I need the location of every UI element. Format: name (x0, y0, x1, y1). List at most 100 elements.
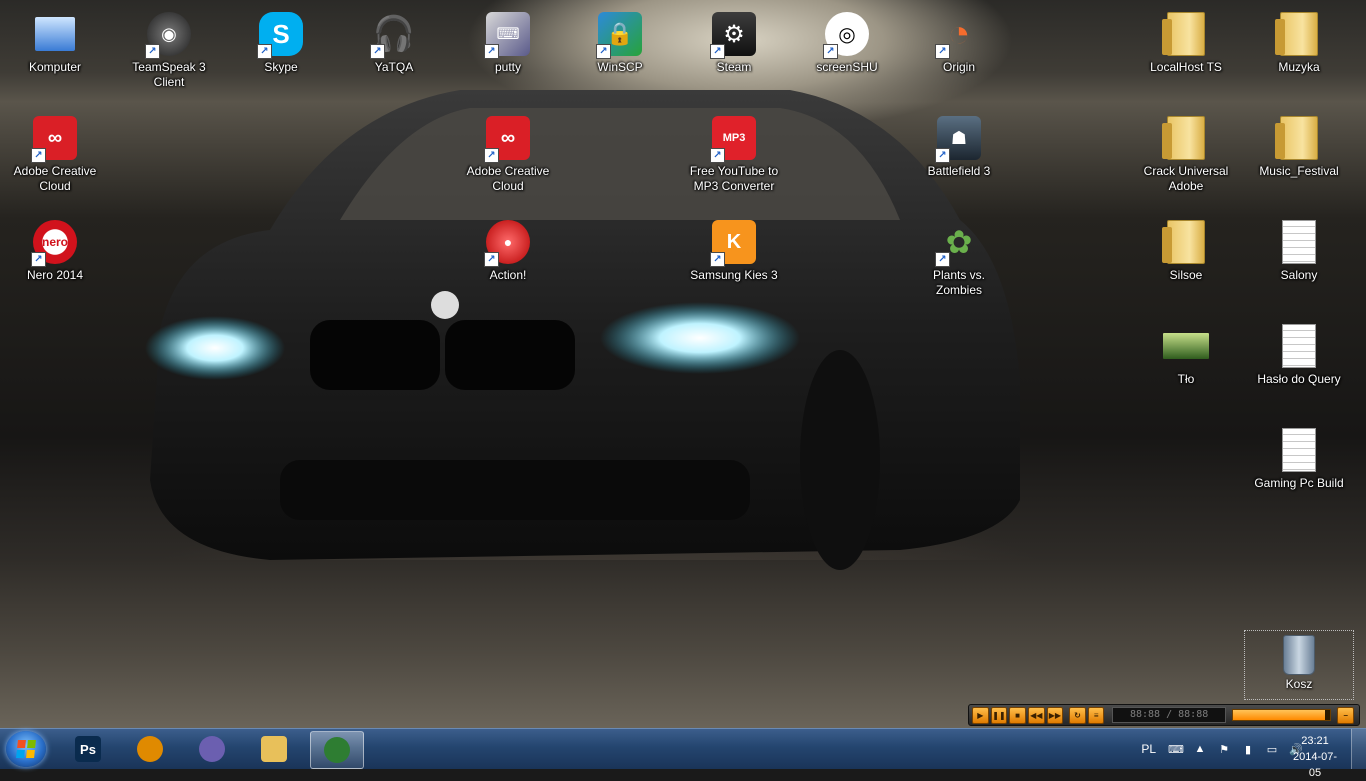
minimize-player-icon[interactable]: – (1337, 706, 1354, 724)
taskbar-button-bittorrent[interactable] (186, 731, 238, 767)
taskbar-button-aimp[interactable] (124, 731, 176, 767)
desktop-icon-label: WinSCP (597, 60, 643, 74)
previous-icon[interactable]: ◀◀ (1027, 706, 1045, 724)
desktop-icon[interactable]: 🔒 ↗ WinSCP (572, 4, 668, 75)
battlefield-icon: ☗ ↗ (935, 114, 983, 163)
desktop-icon[interactable]: Silsoe (1138, 212, 1234, 283)
desktop-icon[interactable]: S ↗ Skype (233, 4, 329, 75)
desktop-icon-label: Nero 2014 (26, 268, 84, 282)
shortcut-arrow-icon: ↗ (484, 44, 499, 59)
computer-icon (31, 10, 79, 58)
pause-icon[interactable]: ❚❚ (990, 706, 1008, 724)
desktop-icon[interactable]: ⌨ ↗ putty (460, 4, 556, 75)
desktop-icon-label: putty (494, 60, 521, 74)
adobe-cc-icon: ∞ ↗ (31, 114, 79, 163)
shortcut-arrow-icon: ↗ (935, 148, 950, 163)
desktop-icon-label: screenSHU (816, 60, 878, 74)
recycle-bin-icon (1283, 635, 1315, 675)
desktop-icon[interactable]: Komputer (7, 4, 103, 75)
taskbar: Ps PL ⌨ ▲ ⚑ ▮ ▭ 🔊 23:21 2014-07-05 (0, 728, 1366, 779)
desktop-icon-label: Steam (716, 60, 752, 74)
plant-icon: ✿ ↗ (935, 218, 983, 267)
desktop-icon[interactable]: ✿ ↗ Plants vs. Zombies (911, 212, 1007, 298)
media-player-bar: ▶ ❚❚ ■ ◀◀ ▶▶ ↻ ≡ 88:88 / 88:88 – (968, 704, 1360, 726)
desktop-icon[interactable]: Muzyka (1251, 4, 1347, 75)
explorer-folder-icon (261, 736, 287, 762)
desktop-icon[interactable]: Hasło do Query (1251, 316, 1347, 387)
time-display: 88:88 / 88:88 (1112, 707, 1226, 723)
shortcut-arrow-icon: ↗ (596, 44, 611, 59)
shortcut-arrow-icon: ↗ (935, 44, 950, 59)
lemur-icon: ◎ ↗ (823, 10, 871, 59)
shortcut-arrow-icon: ↗ (710, 44, 725, 59)
language-indicator[interactable]: PL (1141, 742, 1156, 756)
winscp-icon: 🔒 ↗ (596, 10, 644, 59)
wallpaper-road (0, 560, 1366, 728)
taskbar-button-chrome[interactable] (310, 731, 364, 769)
desktop-icon[interactable]: Gaming Pc Build (1251, 420, 1347, 491)
desktop-icon[interactable]: MP3 ↗ Free YouTube to MP3 Converter (686, 108, 782, 194)
teamspeak-icon: ◉ ↗ (145, 10, 193, 59)
photoshop-icon: Ps (75, 736, 101, 762)
desktop-icon-label: TeamSpeak 3 Client (132, 60, 206, 89)
document-icon (1275, 322, 1323, 370)
clock-date: 2014-07-05 (1292, 751, 1338, 779)
desktop-icon-label: Adobe Creative Cloud (466, 164, 550, 193)
adobe-cc-icon: ∞ ↗ (484, 114, 532, 163)
clock[interactable]: 23:21 2014-07-05 (1290, 733, 1340, 781)
desktop-icon[interactable]: 🎧 ↗ YaTQA (346, 4, 442, 75)
taskbar-button-explorer-folder[interactable] (248, 731, 300, 767)
car-image (145, 90, 1020, 570)
start-button[interactable] (6, 731, 46, 767)
taskbar-button-photoshop[interactable]: Ps (62, 731, 114, 767)
shortcut-arrow-icon: ↗ (257, 44, 272, 59)
desktop-icon-label: LocalHost TS (1150, 60, 1222, 74)
shortcut-arrow-icon: ↗ (935, 252, 950, 267)
device-icon[interactable]: ▮ (1240, 742, 1256, 756)
shortcut-arrow-icon: ↗ (31, 252, 46, 267)
flag-icon[interactable]: ⚑ (1216, 742, 1232, 756)
folder-icon (1275, 114, 1323, 162)
system-tray: PL ⌨ ▲ ⚑ ▮ ▭ 🔊 (1141, 729, 1308, 769)
network-icon[interactable]: ▭ (1264, 742, 1280, 756)
volume-slider[interactable] (1231, 709, 1332, 721)
play-icon[interactable]: ▶ (972, 706, 989, 724)
desktop-icon-label: YaTQA (374, 60, 414, 74)
next-icon[interactable]: ▶▶ (1046, 706, 1064, 724)
playlist-icon[interactable]: ≡ (1087, 706, 1105, 724)
folder-icon (1162, 114, 1210, 162)
desktop-icon[interactable]: Crack Universal Adobe (1138, 108, 1234, 194)
show-hidden-icon[interactable]: ▲ (1192, 742, 1208, 756)
desktop-icon[interactable]: nero ↗ Nero 2014 (7, 212, 103, 283)
clock-time: 23:21 (1301, 735, 1329, 747)
desktop-icon[interactable]: ◎ ↗ screenSHU (799, 4, 895, 75)
shortcut-arrow-icon: ↗ (484, 252, 499, 267)
show-desktop-button[interactable] (1351, 729, 1366, 769)
desktop-icon[interactable]: ⚙ ↗ Steam (686, 4, 782, 75)
desktop-icon-label: Muzyka (1278, 60, 1320, 74)
origin-icon: ◔ ↗ (935, 10, 983, 59)
desktop-icon[interactable]: Salony (1251, 212, 1347, 283)
shortcut-arrow-icon: ↗ (484, 148, 499, 163)
desktop-icon[interactable]: ∞ ↗ Adobe Creative Cloud (7, 108, 103, 194)
desktop-icon[interactable]: ◉ ↗ TeamSpeak 3 Client (121, 4, 217, 90)
repeat-icon[interactable]: ↻ (1069, 706, 1086, 724)
desktop-icon-label: Adobe Creative Cloud (13, 164, 97, 193)
desktop-icon[interactable]: ∞ ↗ Adobe Creative Cloud (460, 108, 556, 194)
recycle-bin[interactable]: Kosz (1244, 630, 1354, 700)
desktop-icon[interactable]: K ↗ Samsung Kies 3 (686, 212, 782, 283)
shortcut-arrow-icon: ↗ (710, 252, 725, 267)
desktop-icon[interactable]: ◔ ↗ Origin (911, 4, 1007, 75)
shortcut-arrow-icon: ↗ (370, 44, 385, 59)
desktop-icon-label: Plants vs. Zombies (932, 268, 986, 297)
keyboard-icon[interactable]: ⌨ (1168, 742, 1184, 756)
stop-icon[interactable]: ■ (1009, 706, 1026, 724)
desktop-icon[interactable]: LocalHost TS (1138, 4, 1234, 75)
desktop-icon[interactable]: Music_Festival (1251, 108, 1347, 179)
document-icon (1275, 426, 1323, 474)
desktop-icon[interactable]: ● ↗ Action! (460, 212, 556, 283)
desktop-icon[interactable]: Tło (1138, 316, 1234, 387)
desktop-icon-label: Music_Festival (1259, 164, 1339, 178)
desktop-icon-label: Tło (1177, 372, 1195, 386)
desktop-icon[interactable]: ☗ ↗ Battlefield 3 (911, 108, 1007, 179)
